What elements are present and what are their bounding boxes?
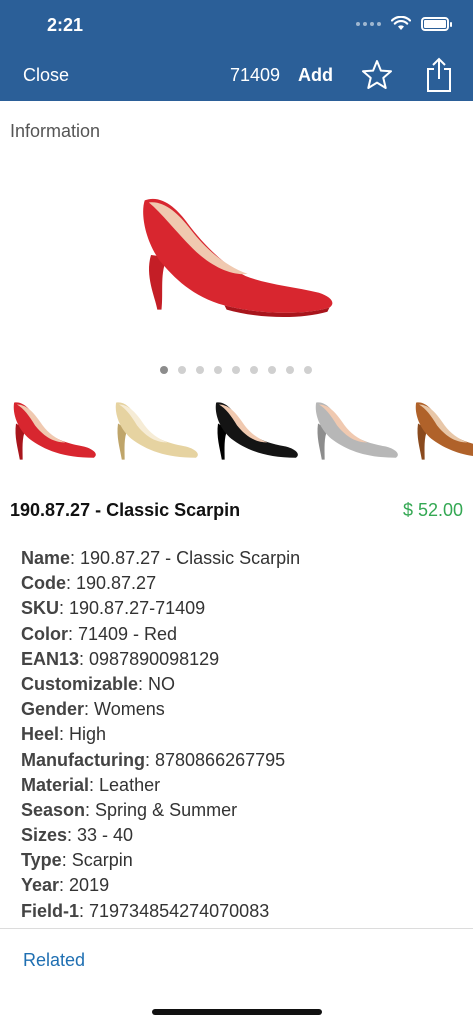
attribute-value: : 719734854274070083 xyxy=(79,900,270,921)
star-icon[interactable] xyxy=(360,58,394,92)
share-icon[interactable] xyxy=(424,57,454,93)
page-dot[interactable] xyxy=(196,366,204,374)
attribute-key: Type xyxy=(21,850,62,871)
attribute-row: Heel: High xyxy=(21,724,461,749)
attribute-value: : 2019 xyxy=(59,875,110,896)
attribute-key: Season xyxy=(21,799,86,820)
thumbnail-red[interactable] xyxy=(6,395,102,471)
attribute-key: Year xyxy=(21,875,60,896)
attribute-value: : 190.87.27 - Classic Scarpin xyxy=(70,548,301,568)
attribute-key: Color xyxy=(21,623,68,644)
attribute-value: : 190.87.27-71409 xyxy=(59,598,206,619)
attribute-row: Year: 2019 xyxy=(21,875,461,900)
thumbnail-black[interactable] xyxy=(208,395,304,471)
attribute-value: : High xyxy=(59,724,107,745)
attribute-value: : Spring & Summer xyxy=(85,799,238,820)
status-time: 2:21 xyxy=(47,15,84,35)
attribute-key: Name xyxy=(21,548,71,568)
attribute-value: : Scarpin xyxy=(61,850,133,871)
status-bar: 2:21 xyxy=(0,0,473,50)
attribute-row: Color: 71409 - Red xyxy=(21,624,461,649)
attribute-value: : Leather xyxy=(89,774,161,795)
related-link[interactable]: Related xyxy=(23,950,85,971)
attribute-row: Gender: Womens xyxy=(21,699,461,724)
attribute-key: Code xyxy=(21,573,66,594)
attribute-row: Code: 190.87.27 xyxy=(21,573,461,598)
item-number: 71409 xyxy=(230,65,281,85)
home-indicator[interactable] xyxy=(152,1009,322,1015)
page-indicator[interactable] xyxy=(160,366,312,374)
attribute-value: : Womens xyxy=(84,699,165,720)
product-title: 190.87.27 - Classic Scarpin xyxy=(10,500,241,520)
attribute-row: EAN13: 0987890098129 xyxy=(21,649,461,674)
page-dot[interactable] xyxy=(214,366,222,374)
page-dot[interactable] xyxy=(160,366,168,374)
attribute-key: Sizes xyxy=(21,825,68,846)
page-dot[interactable] xyxy=(304,366,312,374)
attribute-list: Name: 190.87.27 - Classic Scarpin Code: … xyxy=(21,548,461,926)
page-dot[interactable] xyxy=(178,366,186,374)
attribute-row: Manufacturing: 8780866267795 xyxy=(21,750,461,775)
page-dot[interactable] xyxy=(232,366,240,374)
attribute-key: Customizable xyxy=(21,673,139,694)
page-dot[interactable] xyxy=(268,366,276,374)
attribute-key: Heel xyxy=(21,724,60,745)
attribute-value: : 71409 - Red xyxy=(68,623,178,644)
page-dot[interactable] xyxy=(250,366,258,374)
attribute-value: : 190.87.27 xyxy=(66,573,157,594)
attribute-value: : 0987890098129 xyxy=(79,648,220,669)
attribute-key: Material xyxy=(21,774,90,795)
status-icons xyxy=(356,16,452,31)
attribute-key: Gender xyxy=(21,699,85,720)
battery-icon xyxy=(421,16,452,31)
attribute-key: Field-1 xyxy=(21,900,80,921)
attribute-row: Name: 190.87.27 - Classic Scarpin xyxy=(21,548,461,573)
attribute-row: Season: Spring & Summer xyxy=(21,800,461,825)
thumbnail-silver[interactable] xyxy=(308,395,404,471)
attribute-row: Field-1: 719734854274070083 xyxy=(21,901,461,926)
product-price: $ 52.00 xyxy=(402,500,463,520)
attribute-key: EAN13 xyxy=(21,648,80,669)
section-title: Information xyxy=(10,121,101,141)
attribute-value: : NO xyxy=(138,673,176,694)
add-button[interactable]: Add xyxy=(298,65,333,86)
wifi-icon xyxy=(391,16,411,30)
product-image[interactable] xyxy=(130,180,340,330)
close-button[interactable]: Close xyxy=(23,65,69,86)
attribute-key: SKU xyxy=(21,598,60,619)
divider xyxy=(0,928,473,929)
attribute-value: : 33 - 40 xyxy=(67,825,134,846)
signal-icon xyxy=(356,21,381,26)
attribute-row: Material: Leather xyxy=(21,775,461,800)
nav-bar: Close 71409 Add xyxy=(0,50,473,101)
thumbnail-cognac[interactable] xyxy=(408,395,473,471)
thumbnail-gold[interactable] xyxy=(108,395,204,471)
attribute-row: Customizable: NO xyxy=(21,674,461,699)
attribute-row: Sizes: 33 - 40 xyxy=(21,825,461,850)
attribute-key: Manufacturing xyxy=(21,749,145,770)
attribute-row: Type: Scarpin xyxy=(21,850,461,875)
attribute-value: : 8780866267795 xyxy=(145,749,286,770)
thumbnail-strip[interactable] xyxy=(0,395,473,475)
attribute-row: SKU: 190.87.27-71409 xyxy=(21,598,461,623)
page-dot[interactable] xyxy=(286,366,294,374)
